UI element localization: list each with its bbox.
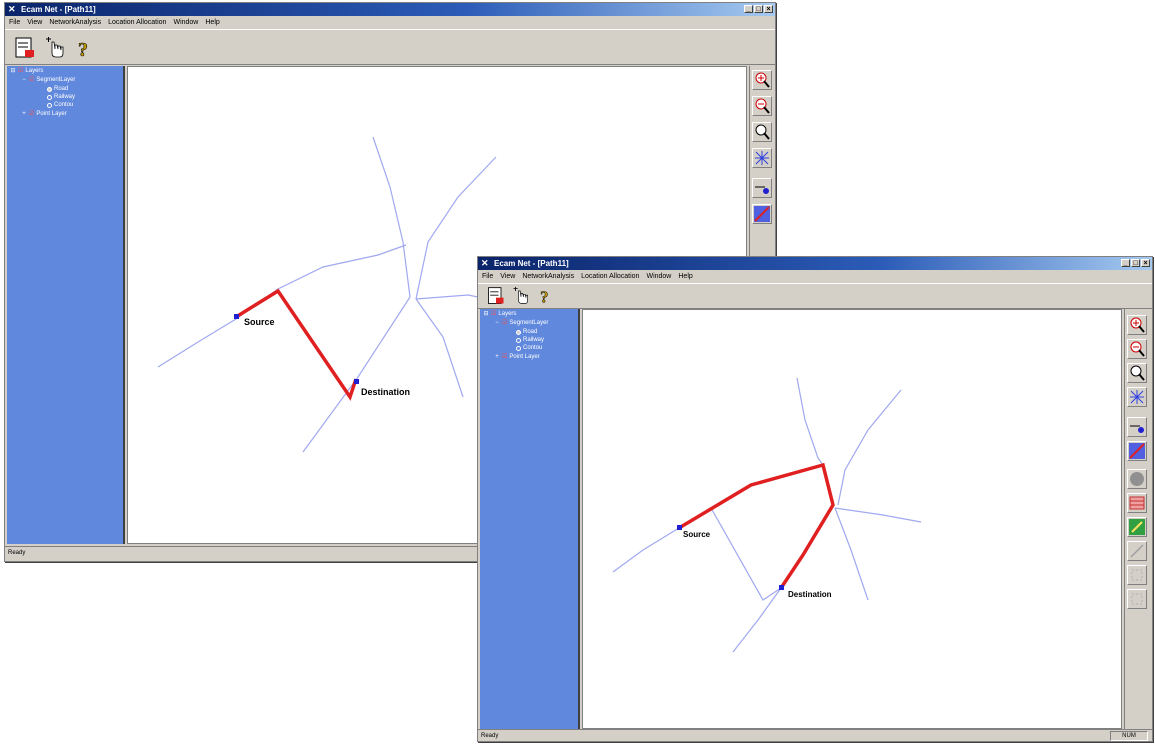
- tree-item-contou-label: Contou: [523, 345, 543, 351]
- back-menu-bar: File View NetworkAnalysis Location Alloc…: [5, 16, 775, 29]
- tree-segment-layer-label: SegmentLayer: [36, 77, 76, 83]
- tree-item-railway[interactable]: Railway: [47, 94, 75, 101]
- zoom-out-icon[interactable]: [752, 96, 772, 116]
- front-right-toolbar: [1124, 309, 1148, 729]
- front-map-view[interactable]: Source Destination: [582, 309, 1122, 729]
- disabled-tool-icon[interactable]: [1127, 589, 1147, 609]
- front-status-text: Ready: [481, 733, 499, 739]
- help-question-icon[interactable]: ?: [73, 36, 97, 62]
- back-window-title: Ecam Net - [Path11]: [21, 5, 96, 14]
- svg-text:?: ?: [540, 288, 548, 306]
- menu-window[interactable]: Window: [646, 270, 671, 283]
- help-question-icon[interactable]: ?: [536, 286, 556, 307]
- tree-item-contou-label: Contou: [54, 102, 74, 108]
- front-menu-bar: File View NetworkAnalysis Location Alloc…: [478, 270, 1152, 283]
- num-lock-indicator: NUM: [1110, 731, 1148, 741]
- back-status-text: Ready: [8, 550, 26, 556]
- radio-railway[interactable]: [516, 338, 521, 343]
- pointer-hand-icon[interactable]: [511, 286, 531, 306]
- draw-segment-icon[interactable]: [752, 204, 772, 224]
- zoom-in-icon[interactable]: [752, 70, 772, 90]
- draw-segment-icon[interactable]: [1127, 441, 1147, 461]
- table-icon[interactable]: [1127, 493, 1147, 513]
- tree-segment-layer[interactable]: − ☑ SegmentLayer: [21, 77, 75, 84]
- back-title-bar[interactable]: ✕ Ecam Net - [Path11] _ □ ×: [5, 3, 775, 16]
- menu-view[interactable]: View: [27, 16, 42, 29]
- close-button[interactable]: ×: [1141, 259, 1150, 267]
- menu-help[interactable]: Help: [205, 16, 219, 29]
- destination-label: Destination: [361, 387, 411, 397]
- pencil-icon[interactable]: [1127, 517, 1147, 537]
- front-status-bar: Ready NUM: [478, 729, 1152, 741]
- destination-label: Destination: [788, 590, 832, 599]
- pointer-hand-icon[interactable]: [43, 36, 67, 60]
- full-extent-icon[interactable]: [752, 148, 772, 168]
- tree-item-contou[interactable]: Contou: [516, 345, 542, 352]
- menu-file[interactable]: File: [9, 16, 20, 29]
- close-button[interactable]: ×: [764, 5, 773, 13]
- tree-item-contou[interactable]: Contou: [47, 102, 73, 109]
- tree-root-label: Layers: [498, 311, 517, 317]
- front-road-network: [612, 377, 922, 653]
- radio-contou[interactable]: [47, 103, 52, 108]
- menu-location-allocation[interactable]: Location Allocation: [581, 270, 639, 283]
- zoom-in-icon[interactable]: [1127, 315, 1147, 335]
- menu-network-analysis[interactable]: NetworkAnalysis: [522, 270, 574, 283]
- tree-root-label: Layers: [25, 68, 44, 74]
- tree-root[interactable]: ⊟ ☑ Layers: [483, 311, 516, 318]
- app-icon: ✕: [481, 258, 489, 268]
- zoom-out-icon[interactable]: [1127, 339, 1147, 359]
- tree-item-railway-label: Railway: [54, 94, 76, 100]
- back-toolbar: ?: [5, 29, 775, 65]
- tree-item-road-label: Road: [54, 86, 69, 92]
- tree-item-road[interactable]: Road: [516, 329, 537, 336]
- full-extent-icon[interactable]: [1127, 387, 1147, 407]
- radio-contou[interactable]: [516, 346, 521, 351]
- radio-railway[interactable]: [47, 95, 52, 100]
- menu-help[interactable]: Help: [678, 270, 692, 283]
- tree-point-layer-label: Point Layer: [36, 111, 67, 117]
- front-toolbar: ?: [478, 283, 1152, 309]
- zoom-window-icon[interactable]: [1127, 363, 1147, 383]
- tree-point-layer-label: Point Layer: [509, 354, 540, 360]
- tree-segment-layer[interactable]: − ☑ SegmentLayer: [494, 320, 548, 327]
- circle-icon[interactable]: [1127, 469, 1147, 489]
- front-layer-tree: ⊟ ☑ Layers − ☑ SegmentLayer Road Railway Con…: [480, 309, 580, 729]
- menu-file[interactable]: File: [482, 270, 493, 283]
- maximize-button[interactable]: □: [754, 5, 763, 13]
- line-icon[interactable]: [1127, 541, 1147, 561]
- minimize-button[interactable]: _: [1121, 259, 1130, 267]
- front-window: ✕ Ecam Net - [Path11] _ □ × File View Ne…: [477, 256, 1153, 742]
- tree-point-layer[interactable]: + ☑ Point Layer: [494, 354, 540, 361]
- radio-road[interactable]: [47, 87, 52, 92]
- svg-text:?: ?: [78, 39, 88, 60]
- back-layer-tree: ⊟ ☑ Layers − ☑ SegmentLayer Road Railway Con…: [7, 66, 125, 544]
- menu-location-allocation[interactable]: Location Allocation: [108, 16, 166, 29]
- tree-root[interactable]: ⊟ ☑ Layers: [10, 68, 43, 75]
- tree-item-railway-label: Railway: [523, 337, 545, 343]
- disabled-tool-icon[interactable]: [1127, 565, 1147, 585]
- tree-segment-layer-label: SegmentLayer: [509, 320, 549, 326]
- front-title-bar[interactable]: ✕ Ecam Net - [Path11] _ □ ×: [478, 257, 1152, 270]
- front-window-title: Ecam Net - [Path11]: [494, 259, 569, 268]
- tree-item-railway[interactable]: Railway: [516, 337, 544, 344]
- source-label: Source: [244, 317, 275, 327]
- layer-edit-icon[interactable]: [486, 286, 506, 306]
- tree-item-road[interactable]: Road: [47, 86, 68, 93]
- source-label: Source: [683, 530, 711, 539]
- menu-view[interactable]: View: [500, 270, 515, 283]
- tree-item-road-label: Road: [523, 329, 538, 335]
- add-node-icon[interactable]: [752, 178, 772, 198]
- menu-network-analysis[interactable]: NetworkAnalysis: [49, 16, 101, 29]
- add-node-icon[interactable]: [1127, 417, 1147, 437]
- minimize-button[interactable]: _: [744, 5, 753, 13]
- app-icon: ✕: [8, 4, 16, 14]
- zoom-window-icon[interactable]: [752, 122, 772, 142]
- maximize-button[interactable]: □: [1131, 259, 1140, 267]
- layer-edit-icon[interactable]: [13, 36, 37, 60]
- menu-window[interactable]: Window: [173, 16, 198, 29]
- radio-road[interactable]: [516, 330, 521, 335]
- tree-point-layer[interactable]: + ☑ Point Layer: [21, 111, 67, 118]
